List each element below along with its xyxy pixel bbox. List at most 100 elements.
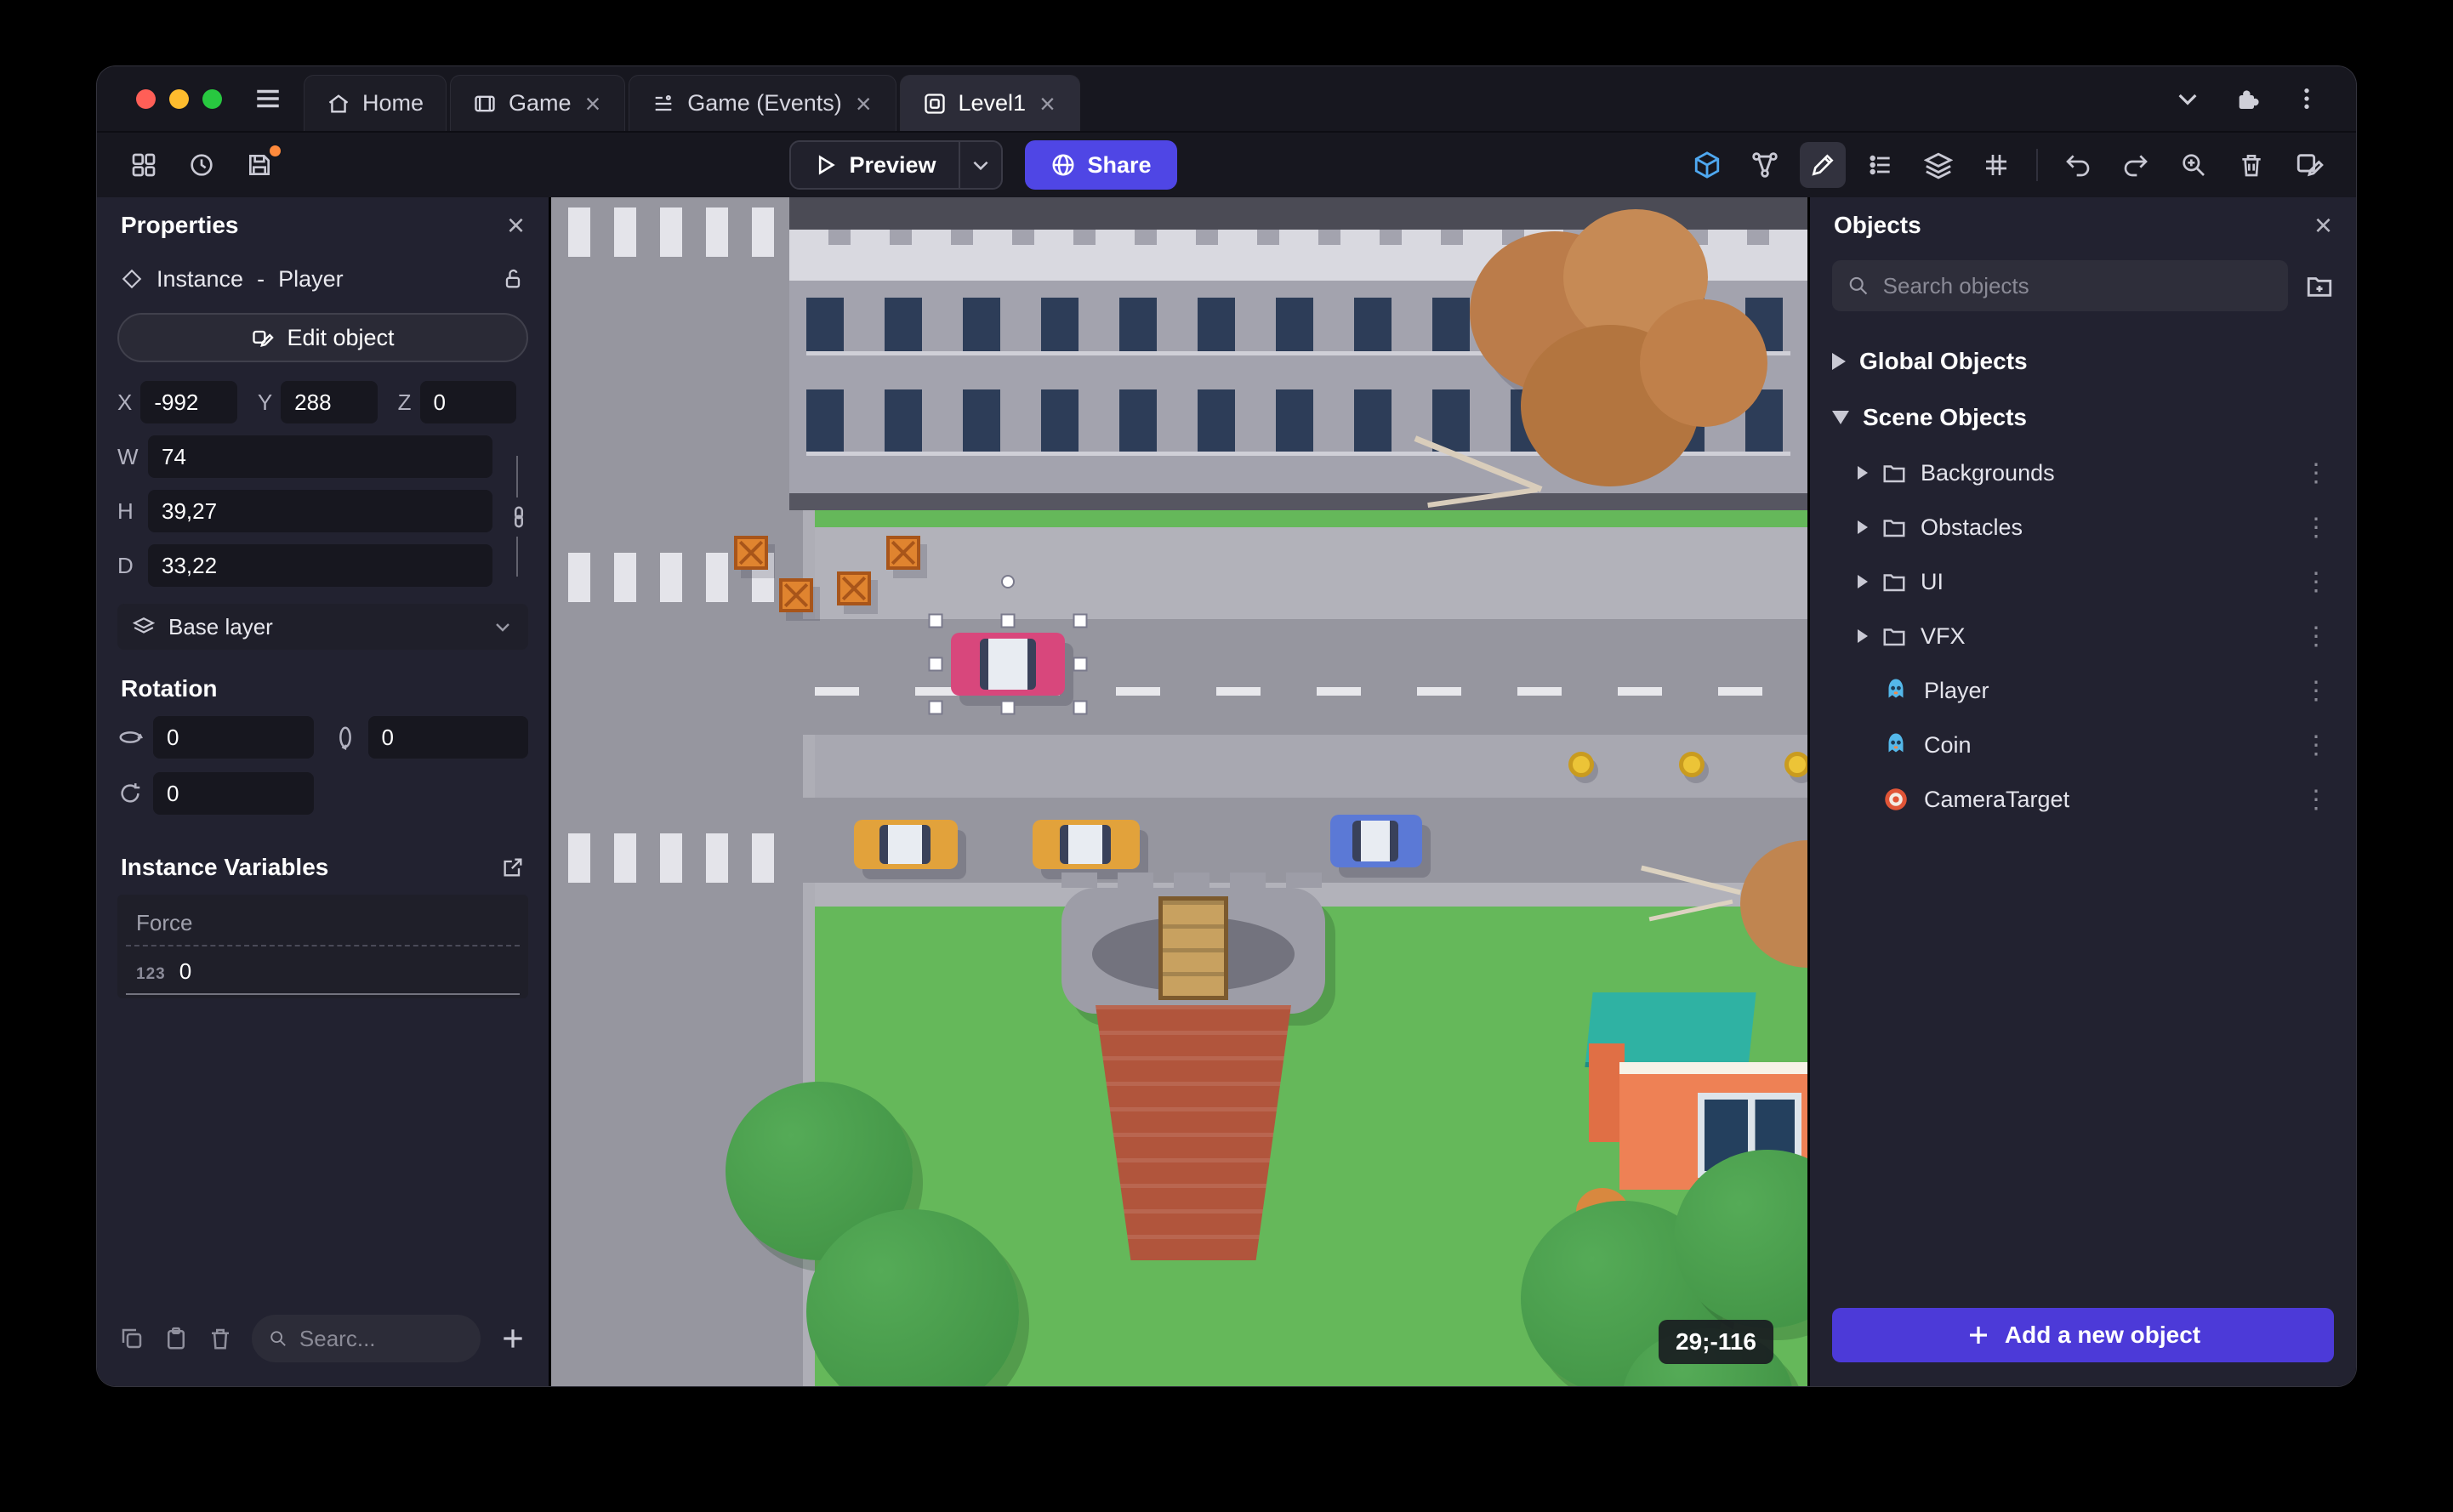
selection-handle[interactable]: [1073, 657, 1088, 672]
layers-button[interactable]: [1915, 142, 1961, 188]
paste-variable-button[interactable]: [163, 1326, 189, 1351]
row-options-button[interactable]: ⋮: [2298, 676, 2334, 706]
tab-close-button[interactable]: ×: [1038, 90, 1057, 117]
object-row-player[interactable]: Player ⋮: [1810, 663, 2356, 718]
variable-value-cell[interactable]: 0: [179, 958, 191, 985]
add-variable-button[interactable]: [499, 1325, 526, 1352]
preview-options-button[interactable]: [958, 142, 1001, 188]
properties-close-button[interactable]: ×: [507, 210, 525, 241]
folder-icon: [1883, 520, 1905, 537]
tab-game[interactable]: Game ×: [450, 75, 626, 131]
new-folder-button[interactable]: [2305, 271, 2334, 300]
share-button[interactable]: Share: [1024, 140, 1177, 190]
toggle-3d-view-button[interactable]: [1684, 142, 1730, 188]
objects-close-button[interactable]: ×: [2314, 210, 2332, 241]
more-options-button[interactable]: [2293, 85, 2320, 112]
x-input[interactable]: -992: [140, 381, 237, 423]
height-input[interactable]: 39,27: [148, 490, 492, 532]
delete-variable-button[interactable]: [208, 1326, 233, 1351]
selection-handle[interactable]: [1000, 613, 1016, 628]
selection-handle[interactable]: [928, 657, 943, 672]
instances-graph-button[interactable]: [1742, 142, 1788, 188]
edit-mode-button[interactable]: [1800, 142, 1846, 188]
preview-button[interactable]: Preview: [791, 142, 958, 188]
coin-instance[interactable]: [1679, 752, 1705, 777]
crate-instance[interactable]: [779, 578, 813, 612]
edit-canvas-options-button[interactable]: [2286, 142, 2332, 188]
maximize-window-button[interactable]: [202, 88, 222, 109]
zoom-button[interactable]: [2171, 142, 2217, 188]
delete-button[interactable]: [2228, 142, 2274, 188]
rotation-y-input[interactable]: 0: [367, 716, 528, 759]
variables-search[interactable]: [252, 1315, 481, 1362]
layer-value: Base layer: [168, 613, 273, 639]
main-menu-button[interactable]: [244, 75, 292, 122]
global-objects-group[interactable]: Global Objects: [1810, 333, 2356, 389]
selection-handle[interactable]: [1073, 613, 1088, 628]
minimize-window-button[interactable]: [169, 88, 189, 109]
selection-handle[interactable]: [1073, 700, 1088, 715]
tab-close-button[interactable]: ×: [854, 90, 874, 117]
row-options-button[interactable]: ⋮: [2298, 730, 2334, 760]
object-list-button[interactable]: [1858, 142, 1904, 188]
object-row-cameratarget[interactable]: CameraTarget ⋮: [1810, 772, 2356, 827]
row-options-button[interactable]: ⋮: [2298, 622, 2334, 651]
player-car-instance[interactable]: [951, 633, 1065, 696]
yellow-car-instance[interactable]: [1033, 820, 1140, 869]
grid-button[interactable]: [1973, 142, 2019, 188]
open-variables-editor-button[interactable]: [501, 855, 525, 879]
redo-button[interactable]: [2113, 142, 2159, 188]
crate-instance[interactable]: [886, 536, 920, 570]
extensions-button[interactable]: [2234, 85, 2261, 112]
crate-instance[interactable]: [837, 571, 871, 605]
crate-instance[interactable]: [734, 536, 768, 570]
row-options-button[interactable]: ⋮: [2298, 567, 2334, 597]
selection-handle[interactable]: [1000, 700, 1016, 715]
row-options-button[interactable]: ⋮: [2298, 458, 2334, 488]
window-chevron-button[interactable]: [2174, 85, 2201, 112]
copy-variable-button[interactable]: [119, 1326, 145, 1351]
brown-tree-instance[interactable]: [1640, 827, 1807, 997]
object-row-coin[interactable]: Coin ⋮: [1810, 718, 2356, 772]
lock-ratio-toggle[interactable]: [506, 497, 532, 537]
depth-input[interactable]: 33,22: [148, 544, 492, 587]
lock-instance-button[interactable]: [501, 267, 525, 291]
selection-rotate-handle[interactable]: [1001, 575, 1015, 588]
edit-object-button[interactable]: Edit object: [117, 313, 528, 362]
rotation-x-input[interactable]: 0: [153, 716, 314, 759]
width-input[interactable]: 74: [148, 435, 492, 478]
close-window-button[interactable]: [136, 88, 156, 109]
row-options-button[interactable]: ⋮: [2298, 513, 2334, 543]
tab-home[interactable]: Home: [304, 75, 447, 131]
yellow-car-instance[interactable]: [854, 820, 958, 869]
coin-instance[interactable]: [1784, 752, 1807, 777]
row-options-button[interactable]: ⋮: [2298, 785, 2334, 815]
coin-instance[interactable]: [1568, 752, 1594, 777]
blue-car-instance[interactable]: [1330, 815, 1422, 867]
scene-objects-group[interactable]: Scene Objects: [1810, 389, 2356, 446]
tower-instance[interactable]: [1061, 873, 1325, 1269]
variables-search-input[interactable]: [299, 1325, 464, 1352]
selection-handle[interactable]: [928, 700, 943, 715]
rotation-z-input[interactable]: 0: [153, 772, 314, 815]
z-input[interactable]: 0: [419, 381, 516, 423]
selection-handle[interactable]: [928, 613, 943, 628]
brown-tree-instance[interactable]: [1402, 197, 1807, 571]
folder-row-vfx[interactable]: VFX ⋮: [1810, 609, 2356, 663]
tab-game-events[interactable]: Game (Events) ×: [629, 75, 896, 131]
folder-row-obstacles[interactable]: Obstacles ⋮: [1810, 500, 2356, 554]
tab-close-button[interactable]: ×: [583, 90, 603, 117]
folder-row-backgrounds[interactable]: Backgrounds ⋮: [1810, 446, 2356, 500]
tab-level1[interactable]: Level1 ×: [899, 75, 1080, 131]
variable-name-cell[interactable]: Force: [126, 898, 520, 946]
undo-button[interactable]: [2055, 142, 2101, 188]
objects-search-input[interactable]: [1882, 272, 2273, 299]
layer-select[interactable]: Base layer: [117, 604, 528, 650]
scene-canvas[interactable]: 29;-116: [551, 197, 1807, 1386]
objects-search[interactable]: [1832, 260, 2288, 311]
history-button[interactable]: [179, 142, 225, 188]
folder-row-ui[interactable]: UI ⋮: [1810, 554, 2356, 609]
open-panels-button[interactable]: [121, 142, 167, 188]
add-new-object-button[interactable]: Add a new object: [1832, 1308, 2334, 1362]
y-input[interactable]: 288: [281, 381, 378, 423]
